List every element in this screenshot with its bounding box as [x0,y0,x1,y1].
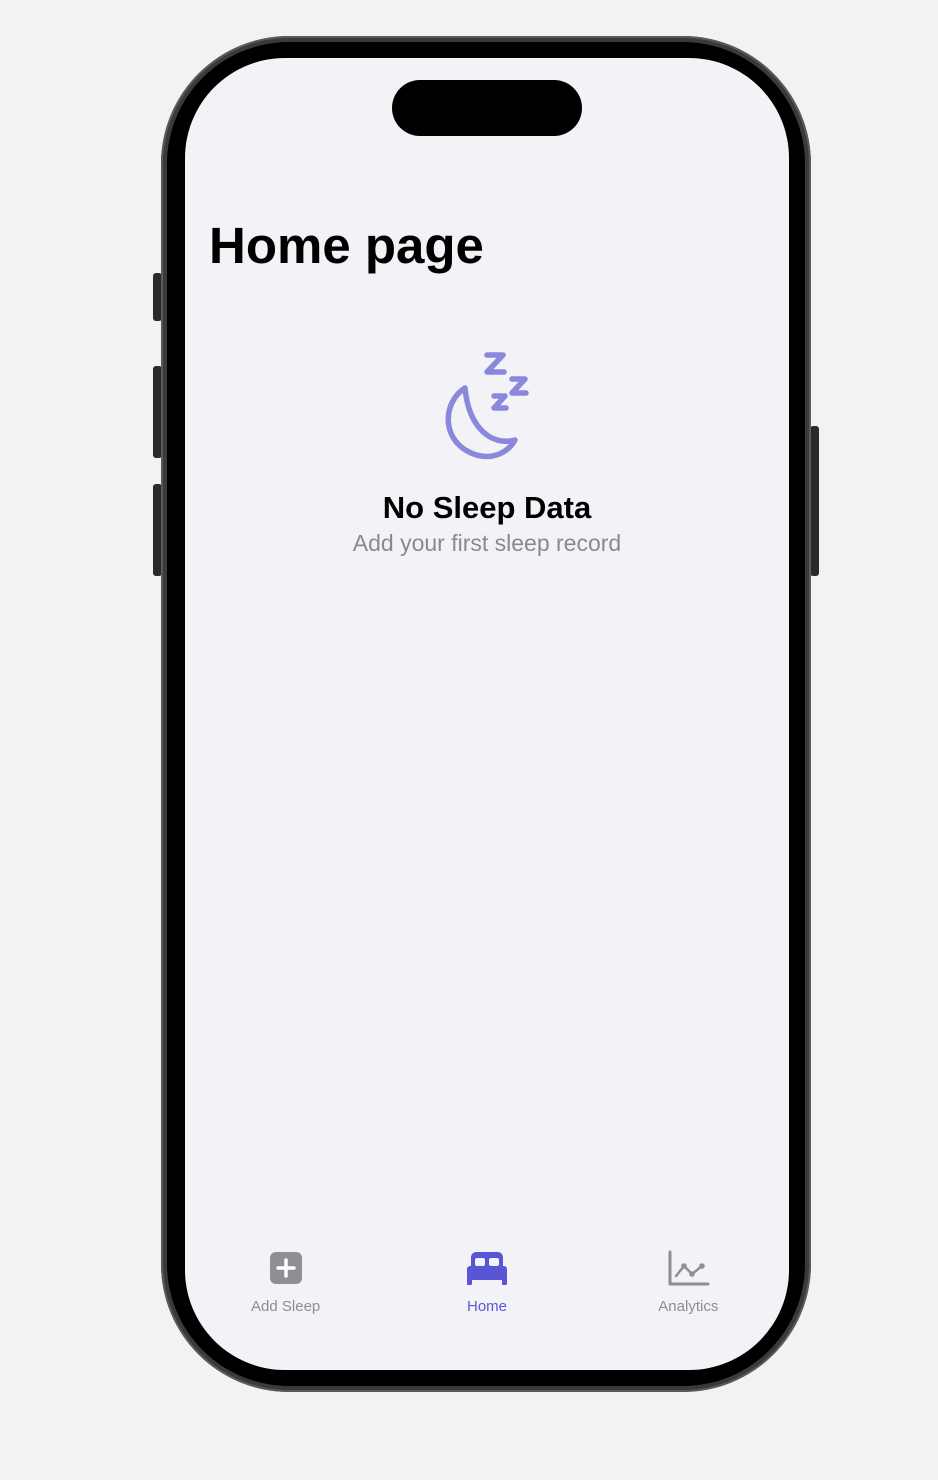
canvas: Home page No Sleep Data Add your first s… [0,0,938,1480]
empty-state-title: No Sleep Data [382,490,592,525]
tab-label: Home [466,1298,507,1315]
page-title: Home page [209,217,484,274]
tab-add-sleep[interactable]: Add Sleep [185,1248,386,1328]
tab-label: Analytics [658,1298,719,1315]
plus-square-icon [269,1252,302,1284]
moon-zzz-icon [445,352,529,460]
empty-state: No Sleep Data Add your first sleep recor… [185,350,789,557]
bed-icon [466,1252,507,1285]
tab-bar: Add Sleep Home Analytics [185,1248,789,1328]
power-button [810,426,819,576]
tab-home[interactable]: Home [386,1248,587,1328]
line-chart-icon [668,1250,710,1286]
phone-screen: Home page No Sleep Data Add your first s… [185,58,789,1370]
empty-state-subtitle: Add your first sleep record [352,530,622,556]
dynamic-island [392,80,582,136]
tab-analytics[interactable]: Analytics [588,1248,789,1328]
tab-label: Add Sleep [251,1298,321,1315]
